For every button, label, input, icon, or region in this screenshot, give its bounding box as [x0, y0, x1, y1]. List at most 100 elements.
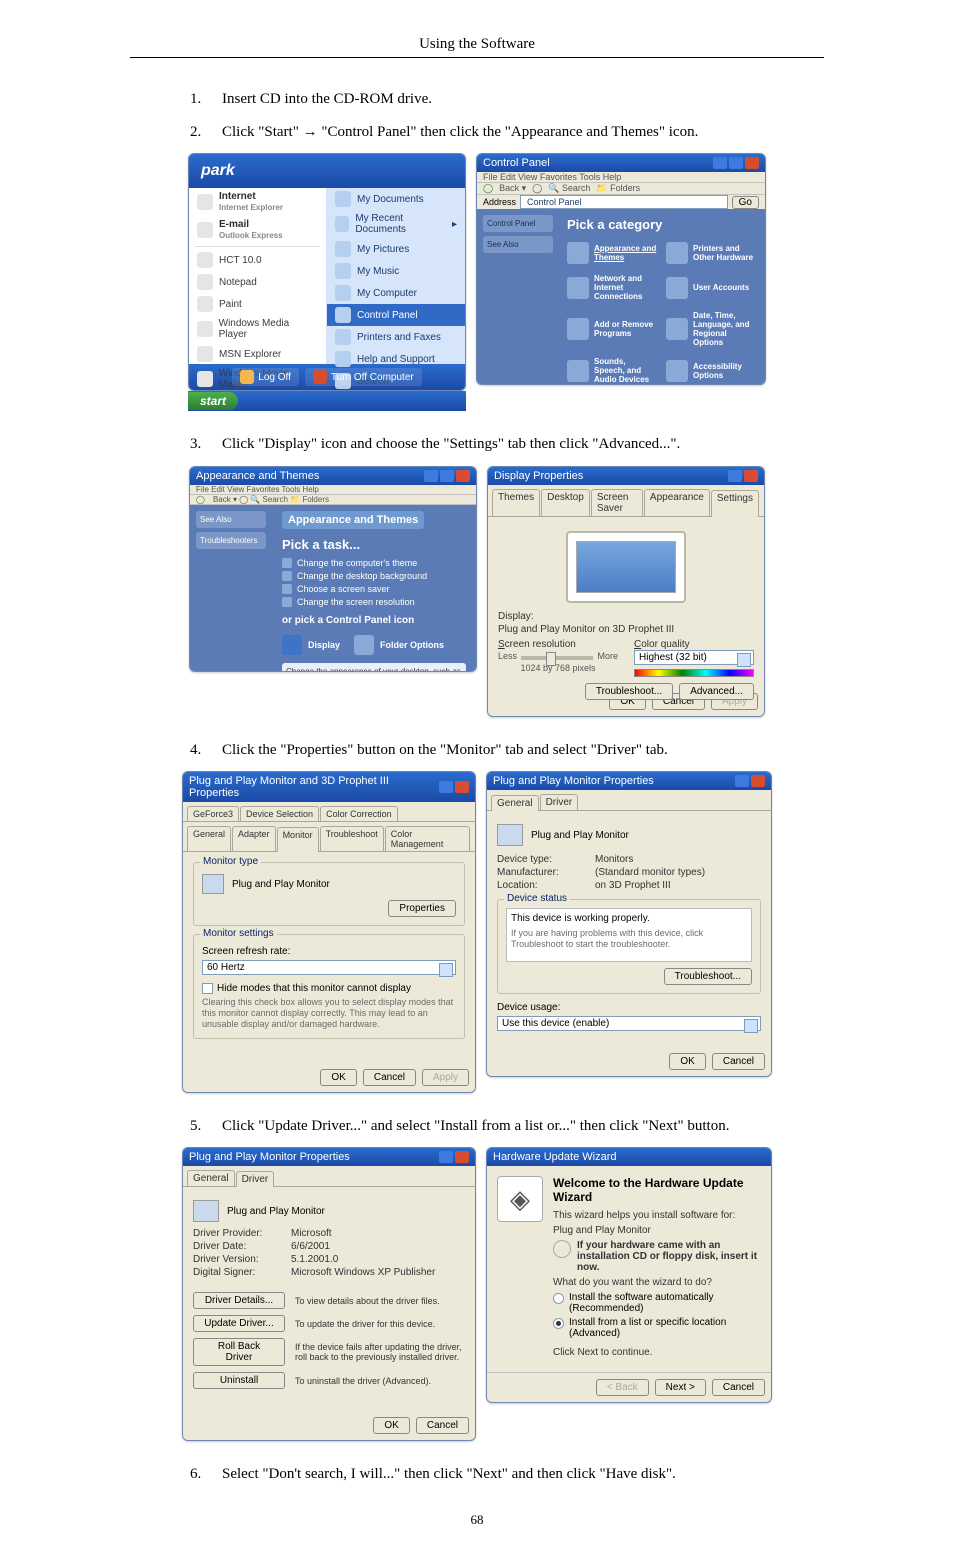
sm-item-mycomp[interactable]: My Computer: [327, 282, 465, 304]
help-icon[interactable]: [728, 470, 742, 482]
sm-item-help[interactable]: Help and Support: [327, 348, 465, 370]
close-icon[interactable]: [751, 775, 765, 787]
close-icon[interactable]: [744, 470, 758, 482]
cat-printers[interactable]: Printers and Other Hardware: [666, 242, 757, 264]
wizard-next-button[interactable]: Next >: [655, 1379, 706, 1396]
close-icon[interactable]: [456, 470, 470, 482]
tab-themes[interactable]: Themes: [492, 489, 540, 516]
help-icon[interactable]: [439, 1151, 453, 1163]
sm-item-wmp[interactable]: Windows Media Player: [189, 315, 326, 343]
tab-general[interactable]: General: [187, 826, 231, 851]
tab-settings[interactable]: Settings: [711, 490, 759, 517]
appthemes-orpick: or pick a Control Panel icon: [282, 615, 466, 626]
ok-button[interactable]: OK: [373, 1417, 409, 1434]
sm-item-mydocs[interactable]: My Documents: [327, 188, 465, 210]
cat-datetime[interactable]: Date, Time, Language, and Regional Optio…: [666, 311, 757, 347]
tab-devsel[interactable]: Device Selection: [240, 806, 319, 821]
tab-general[interactable]: General: [491, 795, 539, 811]
cat-network[interactable]: Network and Internet Connections: [567, 274, 658, 301]
sm-item-msn[interactable]: MSN Explorer: [189, 343, 326, 365]
minimize-icon[interactable]: [424, 470, 438, 482]
task-bg[interactable]: Change the desktop background: [282, 571, 466, 581]
tab-desktop[interactable]: Desktop: [541, 489, 590, 516]
troubleshoot-button[interactable]: Troubleshoot...: [664, 968, 752, 985]
step-3-text: Click "Display" icon and choose the "Set…: [222, 433, 824, 456]
tab-monitor[interactable]: Monitor: [277, 827, 319, 852]
sm-item-notepad[interactable]: Notepad: [189, 271, 326, 293]
update-driver-button[interactable]: Update Driver...: [193, 1315, 285, 1332]
driver-details-button[interactable]: Driver Details...: [193, 1292, 285, 1309]
cancel-button[interactable]: Cancel: [416, 1417, 469, 1434]
step-3: 3. Click "Display" icon and choose the "…: [130, 433, 824, 456]
advanced-button[interactable]: Advanced...: [679, 683, 754, 700]
close-icon[interactable]: [745, 157, 759, 169]
help-icon[interactable]: [735, 775, 749, 787]
start-button[interactable]: start: [188, 392, 238, 410]
sound-icon: [567, 360, 589, 382]
device-usage-combo[interactable]: Use this device (enable): [497, 1016, 761, 1031]
close-icon[interactable]: [455, 781, 469, 793]
logoff-button[interactable]: Log Off: [232, 368, 299, 386]
uninstall-button[interactable]: Uninstall: [193, 1372, 285, 1389]
sm-item-mymusic[interactable]: My Music: [327, 260, 465, 282]
cat-users[interactable]: User Accounts: [666, 274, 757, 301]
sm-item-paint[interactable]: Paint: [189, 293, 326, 315]
cat-appearance[interactable]: Appearance and Themes: [567, 242, 658, 264]
task-res[interactable]: Change the screen resolution: [282, 597, 466, 607]
sm-item-hct[interactable]: HCT 10.0: [189, 249, 326, 271]
sm-item-email[interactable]: E-mailOutlook Express: [189, 216, 326, 244]
wizard-cancel-button[interactable]: Cancel: [712, 1379, 765, 1396]
task-theme[interactable]: Change the computer's theme: [282, 558, 466, 568]
resolution-slider[interactable]: [521, 656, 593, 660]
apply-button[interactable]: Apply: [422, 1069, 469, 1086]
sm-item-mypics[interactable]: My Pictures: [327, 238, 465, 260]
tab-driver[interactable]: Driver: [540, 794, 579, 810]
cat-accessibility[interactable]: Accessibility Options: [666, 357, 757, 384]
cp-icon-display[interactable]: Display: [282, 635, 340, 655]
cp-sidebar-box-2[interactable]: See Also: [483, 236, 553, 253]
troubleshoot-button[interactable]: Troubleshoot...: [585, 683, 673, 700]
tab-geforce3[interactable]: GeForce3: [187, 806, 239, 821]
tab-colorcorr[interactable]: Color Correction: [320, 806, 398, 821]
cp-main: Pick a category Appearance and Themes Pr…: [559, 209, 765, 385]
sm-item-controlpanel[interactable]: Control Panel: [327, 304, 465, 326]
cat-sounds[interactable]: Sounds, Speech, and Audio Devices: [567, 357, 658, 384]
tab-general[interactable]: General: [187, 1170, 235, 1186]
cp-icon-folder[interactable]: Folder Options: [354, 635, 444, 655]
cat-addremove[interactable]: Add or Remove Programs: [567, 311, 658, 347]
task-ss[interactable]: Choose a screen saver: [282, 584, 466, 594]
tab-adapter[interactable]: Adapter: [232, 826, 276, 851]
wizard-back-button[interactable]: < Back: [596, 1379, 649, 1396]
tab-troubleshoot[interactable]: Troubleshoot: [320, 826, 384, 851]
tab-screensaver[interactable]: Screen Saver: [591, 489, 643, 516]
cp-sidebar-box-1[interactable]: Control Panel: [483, 215, 553, 232]
monitor-type-group: Monitor type Plug and Play Monitor Prope…: [193, 862, 465, 926]
tab-driver[interactable]: Driver: [236, 1171, 275, 1187]
cancel-button[interactable]: Cancel: [363, 1069, 416, 1086]
cancel-button[interactable]: Cancel: [712, 1053, 765, 1070]
turnoff-button[interactable]: Turn Off Computer: [305, 368, 422, 386]
properties-button[interactable]: Properties: [388, 900, 456, 917]
sm-item-printers[interactable]: Printers and Faxes: [327, 326, 465, 348]
help-icon[interactable]: [439, 781, 453, 793]
refresh-rate-combo[interactable]: 60 Hertz: [202, 960, 456, 975]
appthemes-navbar: ◯Back ▾ ◯ 🔍 Search 📁 Folders: [190, 495, 476, 505]
rollback-driver-button[interactable]: Roll Back Driver: [193, 1338, 285, 1366]
wizard-opt-list[interactable]: Install from a list or specific location…: [553, 1317, 761, 1339]
ok-button[interactable]: OK: [669, 1053, 705, 1070]
sm-item-internet[interactable]: InternetInternet Explorer: [189, 188, 326, 216]
hidemodes-checkbox[interactable]: [202, 983, 213, 994]
sm-item-recent[interactable]: My Recent Documents▸: [327, 210, 465, 238]
monprops-window: Plug and Play Monitor and 3D Prophet III…: [182, 771, 476, 1093]
maximize-icon[interactable]: [440, 470, 454, 482]
minimize-icon[interactable]: [713, 157, 727, 169]
wizard-opt-auto[interactable]: Install the software automatically (Reco…: [553, 1292, 761, 1314]
tab-appearance[interactable]: Appearance: [644, 489, 710, 516]
cp-address-field[interactable]: Control Panel: [520, 195, 728, 209]
tab-colormgmt[interactable]: Color Management: [385, 826, 470, 851]
color-quality-combo[interactable]: Highest (32 bit): [634, 650, 754, 665]
ok-button[interactable]: OK: [320, 1069, 356, 1086]
cp-go-button[interactable]: Go: [732, 196, 759, 209]
maximize-icon[interactable]: [729, 157, 743, 169]
close-icon[interactable]: [455, 1151, 469, 1163]
